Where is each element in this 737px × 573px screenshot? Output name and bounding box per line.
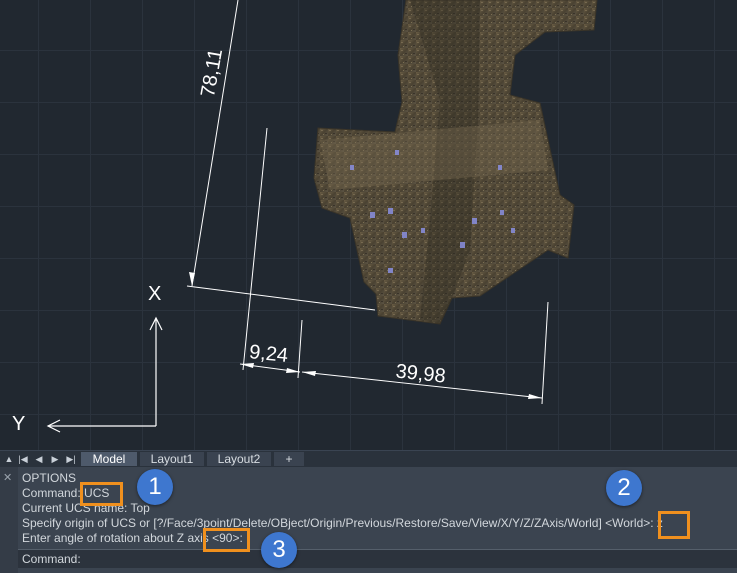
add-layout-tab[interactable]: + bbox=[274, 452, 304, 466]
command-line-gutter: ✕ bbox=[0, 467, 18, 573]
step-badge-2: 2 bbox=[606, 470, 642, 506]
last-layout-icon[interactable]: ▶| bbox=[64, 453, 78, 465]
history-line: Enter angle of rotation about Z axis <90… bbox=[22, 531, 243, 545]
history-line: Specify origin of UCS or [?/Face/3point/… bbox=[22, 516, 663, 530]
highlight-box-ucs bbox=[80, 482, 123, 506]
layout-tab-bar: ▲ |◀ ◀ ▶ ▶| Model Layout1 Layout2 + bbox=[0, 450, 737, 467]
command-input-row: Command: bbox=[18, 549, 737, 568]
tab-layout1[interactable]: Layout1 bbox=[140, 452, 204, 466]
close-icon[interactable]: ✕ bbox=[3, 471, 12, 484]
extension-line-left bbox=[242, 127, 268, 371]
tab-layout2[interactable]: Layout2 bbox=[207, 452, 271, 466]
step-badge-3: 3 bbox=[261, 532, 297, 568]
point-cloud-building bbox=[313, 0, 598, 325]
drawing-viewport[interactable]: 78,11 9,24 39,98 X Y bbox=[0, 0, 737, 450]
ucs-icon[interactable] bbox=[46, 316, 163, 433]
ucs-x-label: X bbox=[148, 283, 161, 305]
command-input[interactable] bbox=[88, 551, 732, 568]
dim-line-vertical bbox=[191, 0, 239, 287]
highlight-box-z bbox=[658, 511, 690, 539]
first-layout-icon[interactable]: |◀ bbox=[16, 453, 30, 465]
highlight-box-90 bbox=[203, 528, 250, 552]
previous-layout-icon[interactable]: ◀ bbox=[32, 453, 46, 465]
extension-line-mid bbox=[297, 319, 303, 379]
extension-line-bottom bbox=[186, 285, 376, 311]
extension-line-right bbox=[541, 301, 549, 405]
ucs-y-label: Y bbox=[12, 413, 25, 435]
step-badge-1: 1 bbox=[137, 469, 173, 505]
collapse-arrow-icon[interactable]: ▲ bbox=[2, 453, 16, 465]
dim-text-short: 9,24 bbox=[248, 341, 289, 367]
drawing-canvas[interactable]: 78,11 9,24 39,98 X Y bbox=[0, 0, 737, 450]
dimension-arrows bbox=[189, 272, 542, 399]
dim-text-vertical: 78,11 bbox=[197, 47, 227, 99]
tab-model[interactable]: Model bbox=[81, 452, 137, 466]
command-prompt-label: Command: bbox=[22, 552, 81, 566]
next-layout-icon[interactable]: ▶ bbox=[48, 453, 62, 465]
dim-text-long: 39,98 bbox=[395, 360, 447, 387]
